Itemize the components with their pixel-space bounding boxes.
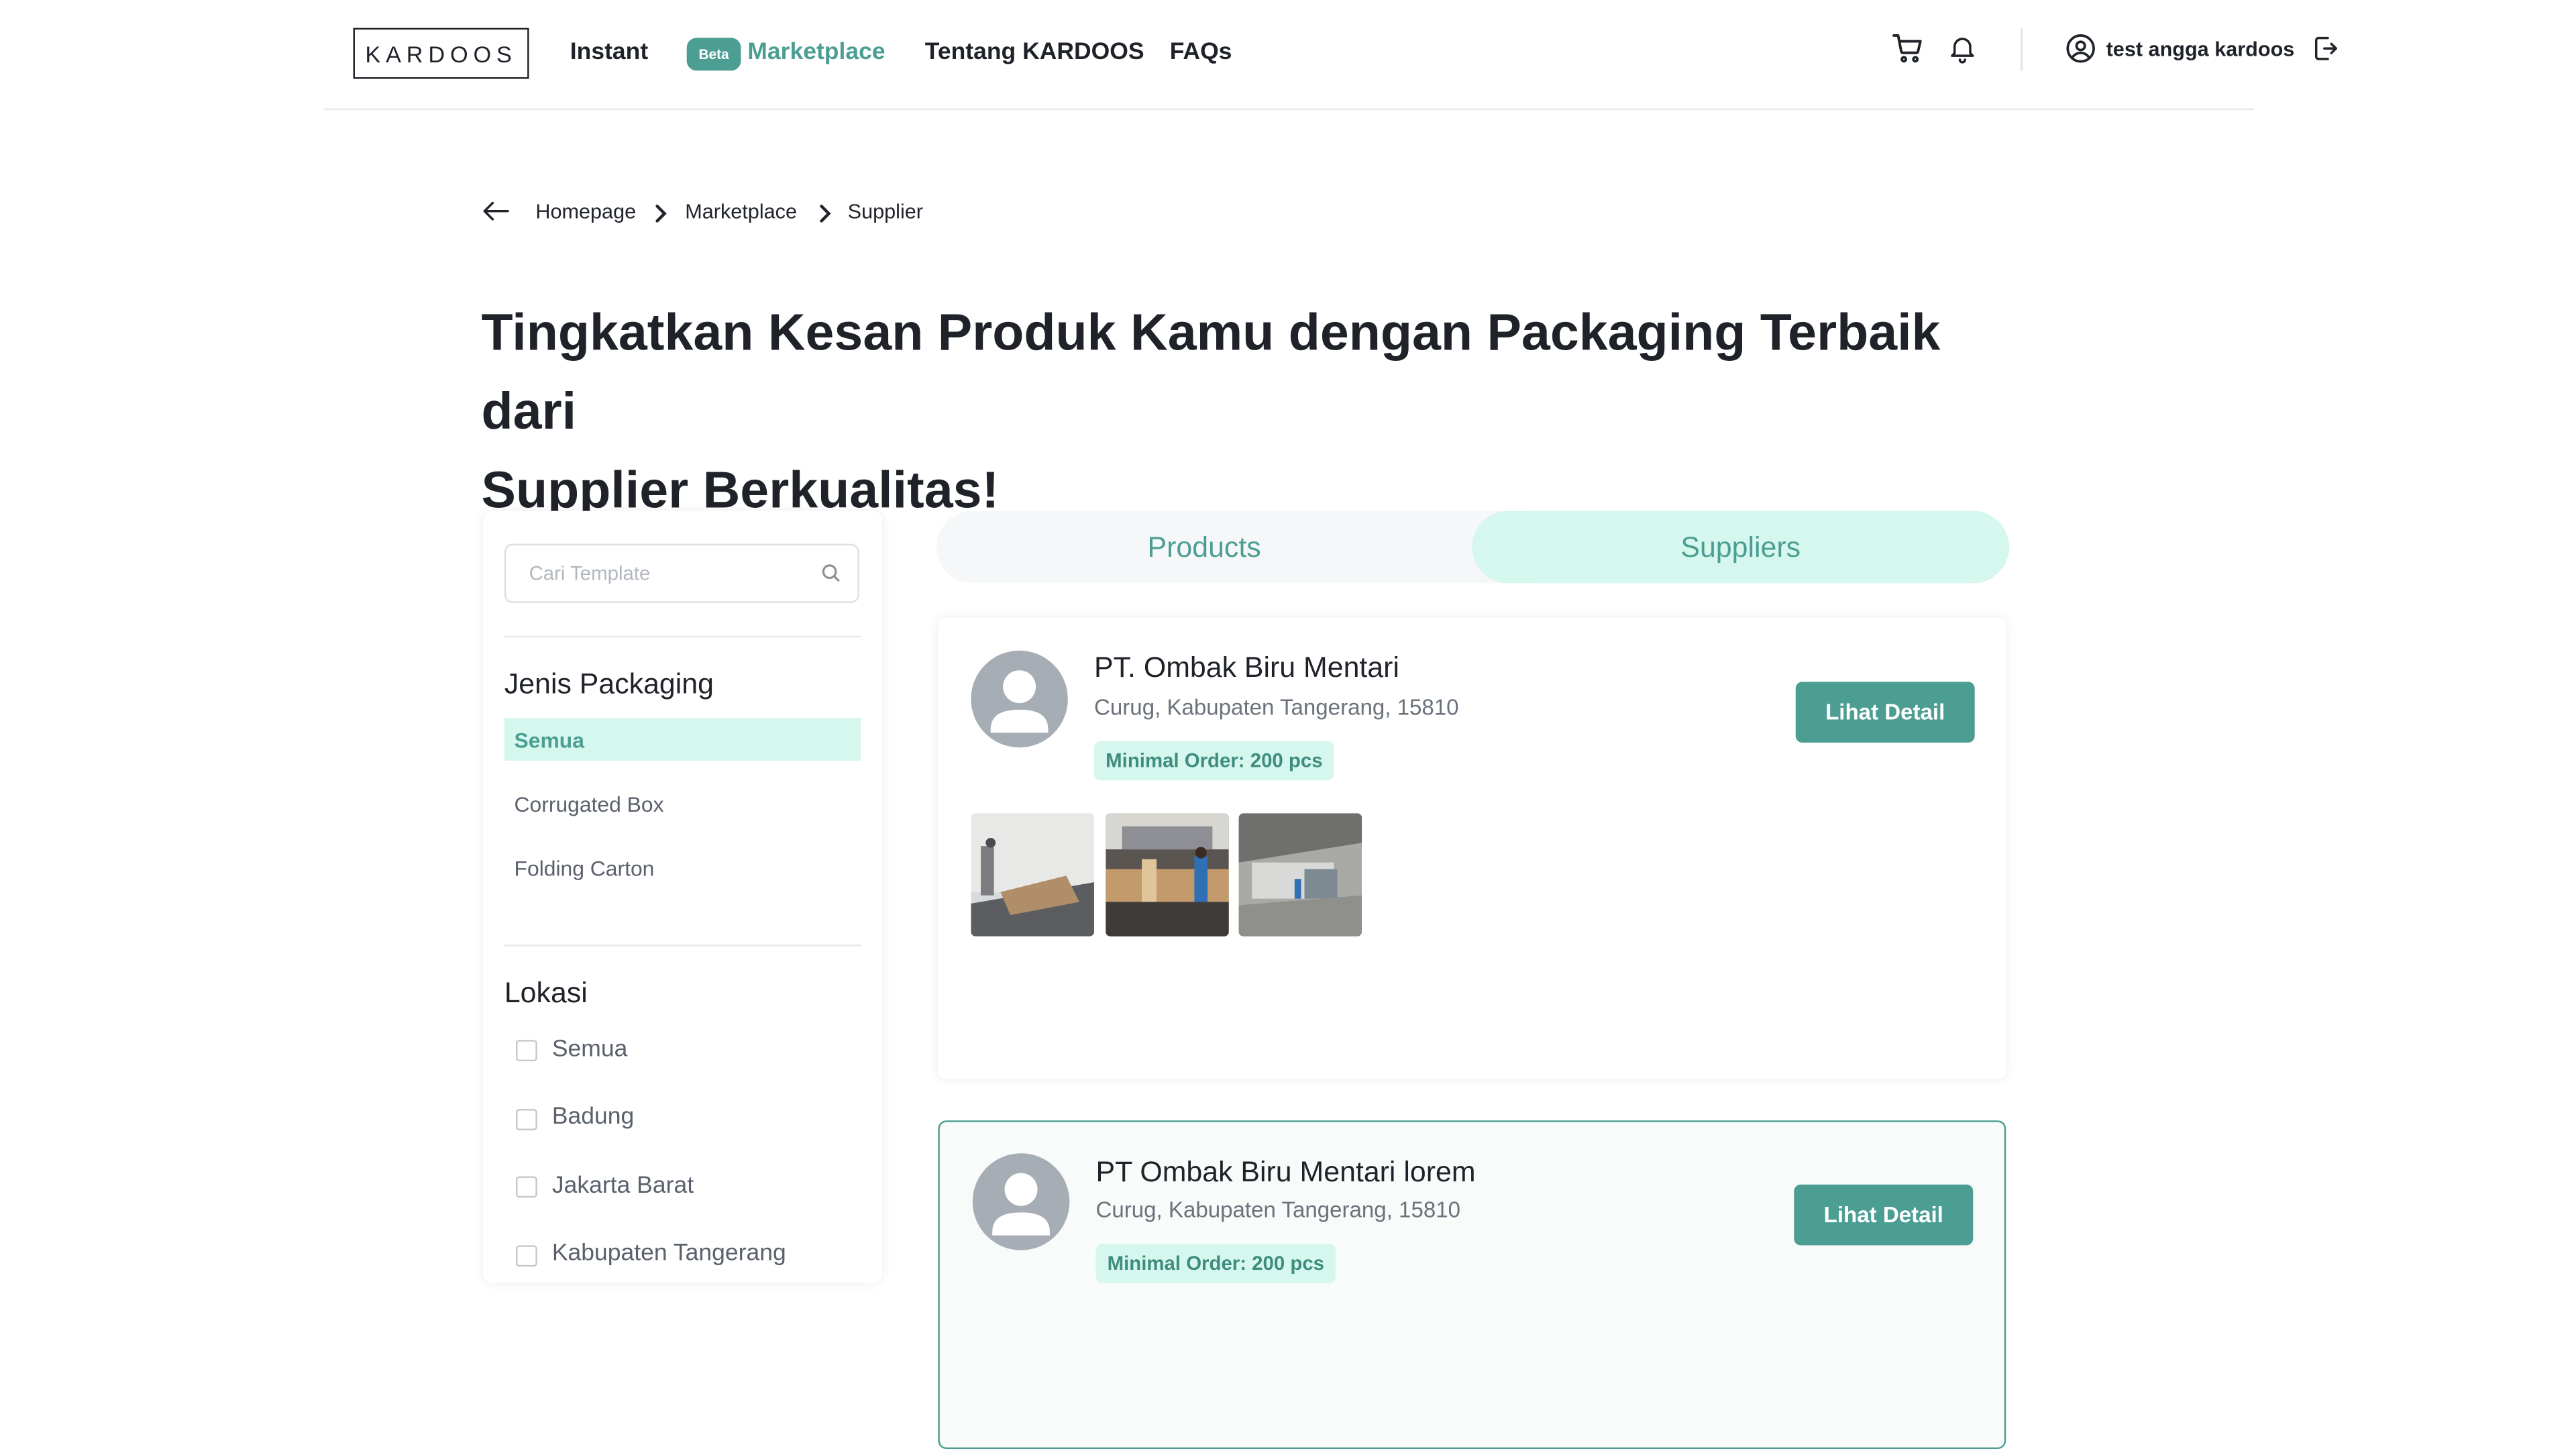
supplier-name[interactable]: PT. Ombak Biru Mentari <box>1094 651 1399 685</box>
supplier-avatar <box>972 1153 1070 1250</box>
search-icon[interactable] <box>820 562 841 584</box>
filter-jenis-folding-carton[interactable]: Folding Carton <box>504 846 861 889</box>
tab-products[interactable]: Products <box>936 511 1472 584</box>
supplier-avatar <box>971 650 1068 748</box>
tab-suppliers[interactable]: Suppliers <box>1472 511 2010 584</box>
filter-sidebar <box>483 511 883 1283</box>
user-name[interactable]: test angga kardoos <box>2106 38 2295 60</box>
supplier-address: Curug, Kabupaten Tangerang, 15810 <box>1095 1197 1461 1223</box>
min-order-badge: Minimal Order: 200 pcs <box>1094 741 1334 781</box>
header-border <box>323 108 2255 111</box>
nav-tentang-kardoos[interactable]: Tentang KARDOOS <box>925 40 1144 66</box>
logout-icon[interactable] <box>2312 34 2340 62</box>
bell-icon[interactable] <box>1947 33 1978 66</box>
nav-marketplace[interactable]: Marketplace <box>747 40 885 66</box>
kardoos-logo[interactable]: KARDOOS <box>353 28 529 79</box>
factory-workers-photo[interactable] <box>1106 813 1229 936</box>
machine-floor-photo[interactable] <box>1238 813 1362 936</box>
lokasi-label-semua[interactable]: Semua <box>552 1036 628 1063</box>
breadcrumb-marketplace[interactable]: Marketplace <box>685 201 797 223</box>
min-order-badge: Minimal Order: 200 pcs <box>1095 1243 1336 1283</box>
page-title: Tingkatkan Kesan Produk Kamu dengan Pack… <box>482 292 2026 529</box>
user-circle-icon[interactable] <box>2065 33 2096 64</box>
lokasi-checkbox-badung[interactable] <box>515 1109 537 1130</box>
lokasi-label-badung[interactable]: Badung <box>552 1104 634 1130</box>
lokasi-checkbox-semua[interactable] <box>515 1040 537 1062</box>
lokasi-checkbox-jakarta-barat[interactable] <box>515 1176 537 1198</box>
breadcrumb-homepage[interactable]: Homepage <box>535 201 636 223</box>
arrow-left-icon[interactable] <box>482 197 511 225</box>
supplier-name[interactable]: PT Ombak Biru Mentari lorem <box>1095 1155 1475 1189</box>
lokasi-title: Lokasi <box>504 975 588 1009</box>
chevron-right-icon <box>816 204 833 223</box>
sidebar-divider <box>504 945 861 947</box>
cart-icon[interactable] <box>1891 32 1925 66</box>
search-placeholder: Cari Template <box>529 561 651 585</box>
beta-badge: Beta <box>686 38 741 71</box>
page-title-line-1: Tingkatkan Kesan Produk Kamu dengan Pack… <box>481 302 1941 441</box>
filter-jenis-corrugated-box[interactable]: Corrugated Box <box>504 782 861 825</box>
jenis-packaging-title: Jenis Packaging <box>504 667 714 700</box>
nav-faqs[interactable]: FAQs <box>1170 40 1232 66</box>
lokasi-label-kabupaten-tangerang[interactable]: Kabupaten Tangerang <box>552 1240 786 1267</box>
workshop-photo[interactable] <box>971 813 1095 936</box>
filter-jenis-semua[interactable]: Semua <box>504 718 861 761</box>
nav-instant[interactable]: Instant <box>570 40 648 66</box>
lihat-detail-button[interactable]: Lihat Detail <box>1794 1184 1974 1246</box>
lokasi-checkbox-kabupaten-tangerang[interactable] <box>515 1245 537 1267</box>
sidebar-divider <box>504 635 861 638</box>
header-divider <box>2021 28 2023 71</box>
chevron-right-icon <box>652 204 668 223</box>
supplier-address: Curug, Kabupaten Tangerang, 15810 <box>1094 694 1459 720</box>
lokasi-label-jakarta-barat[interactable]: Jakarta Barat <box>552 1173 694 1199</box>
breadcrumb-supplier: Supplier <box>847 200 924 224</box>
lihat-detail-button[interactable]: Lihat Detail <box>1795 682 1975 743</box>
